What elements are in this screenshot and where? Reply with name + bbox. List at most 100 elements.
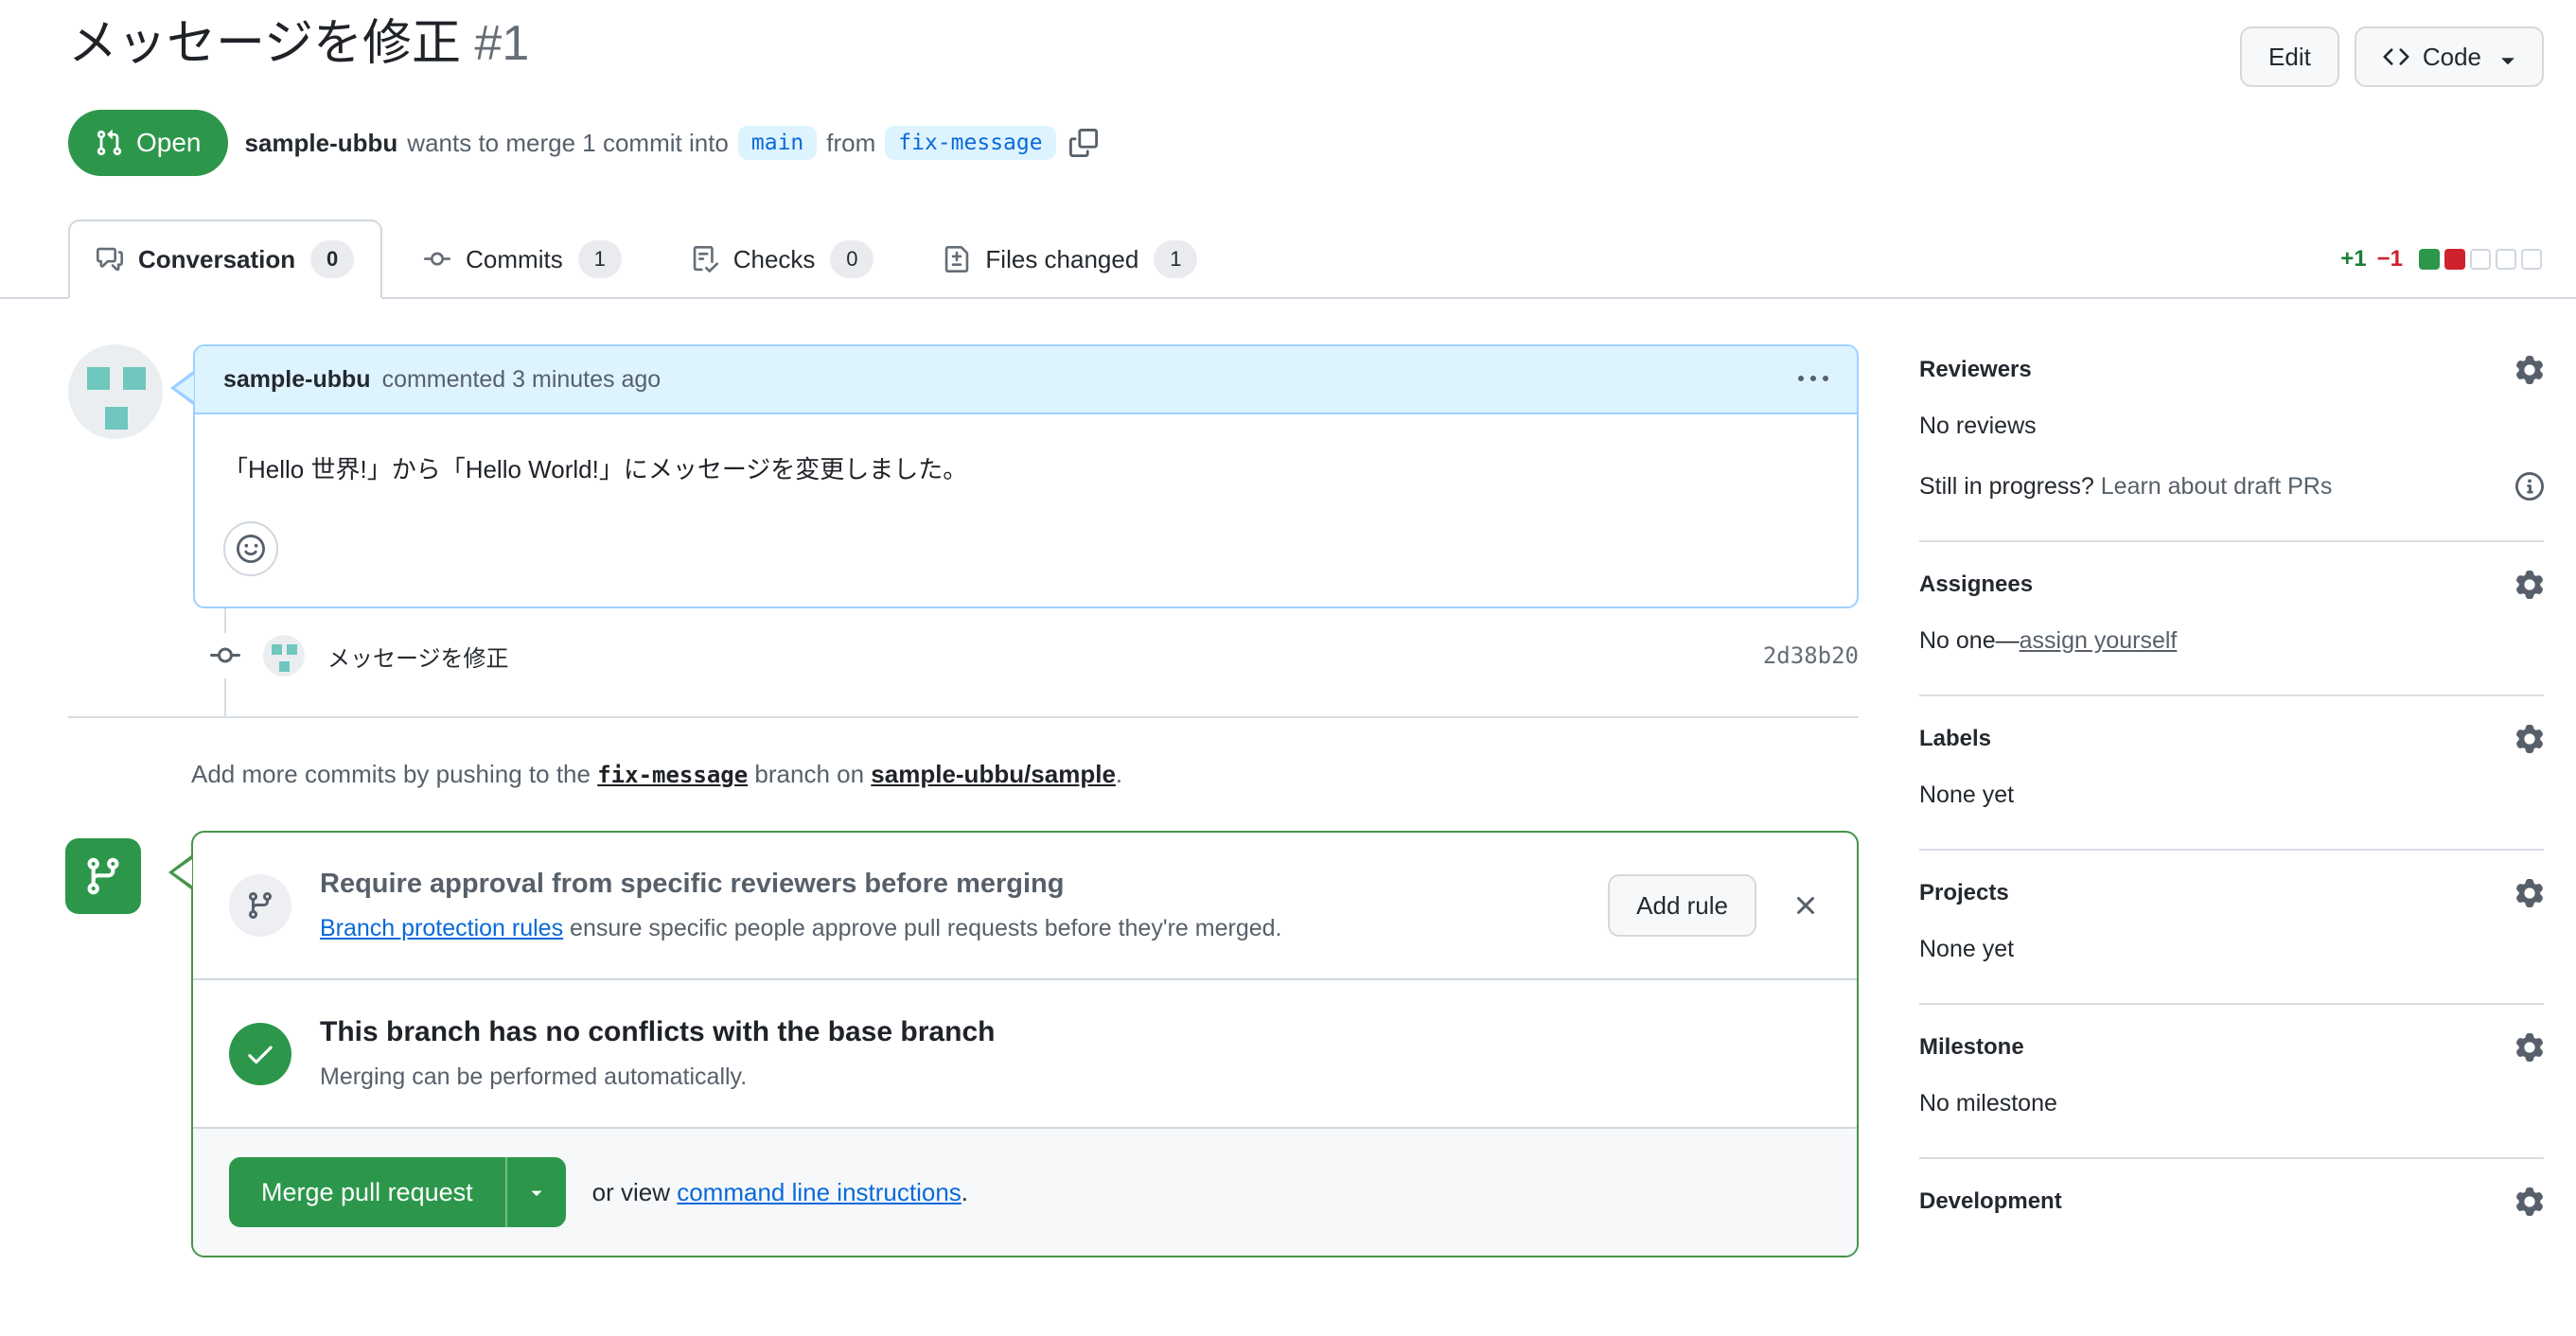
identicon-pixel [272, 644, 282, 655]
pr-header: メッセージを修正 #1 Edit Code Open sample-ubbu w… [0, 0, 2576, 176]
assign-yourself-link[interactable]: assign yourself [2020, 627, 2178, 654]
mergeability-title: This branch has no conflicts with the ba… [320, 1016, 996, 1047]
cli-hint-text: or view [591, 1177, 670, 1206]
checklist-icon [692, 246, 718, 272]
pr-author[interactable]: sample-ubbu [245, 129, 398, 158]
sidebar-section-milestone: Milestone No milestone [1919, 1005, 2544, 1159]
tab-commits-label: Commits [466, 244, 563, 273]
pr-meta-row: Open sample-ubbu wants to merge 1 commit… [68, 110, 2544, 176]
labels-settings-button[interactable] [2515, 725, 2544, 753]
milestone-title[interactable]: Milestone [1919, 1034, 2024, 1061]
info-icon [2515, 472, 2544, 501]
add-reaction-button[interactable] [223, 521, 278, 576]
development-settings-button[interactable] [2515, 1187, 2544, 1216]
commit-row: メッセージを修正 2d38b20 [68, 633, 1859, 678]
assignees-empty-text: No one— [1919, 627, 2020, 654]
command-line-instructions-link[interactable]: command line instructions [677, 1178, 962, 1206]
tab-files-changed[interactable]: Files changed 1 [915, 220, 1226, 299]
gear-icon [2515, 1187, 2544, 1216]
tab-checks-label: Checks [732, 244, 816, 273]
git-merge-icon [82, 855, 124, 897]
diffstat-block-neutral [2470, 249, 2491, 270]
merge-summary: sample-ubbu wants to merge 1 commit into… [245, 126, 1098, 160]
comment-discussion-icon [97, 246, 123, 272]
code-button[interactable]: Code [2354, 26, 2544, 87]
dismiss-suggestion-button[interactable] [1791, 890, 1821, 921]
gear-icon [2515, 879, 2544, 907]
avatar[interactable] [263, 635, 305, 677]
comment-text: 「Hello 世界!」から「Hello World!」にメッセージを変更しました… [223, 455, 968, 483]
header-actions: Edit Code [2240, 13, 2544, 87]
projects-settings-button[interactable] [2515, 879, 2544, 907]
add-rule-button[interactable]: Add rule [1608, 874, 1756, 937]
merge-box: Require approval from specific reviewers… [168, 831, 1859, 1257]
branch-protection-rules-link[interactable]: Branch protection rules [320, 915, 563, 941]
status-badge-label: Open [136, 128, 202, 157]
diffstat-block-neutral [2521, 249, 2542, 270]
merge-actions: Merge pull request or view command line … [193, 1127, 1857, 1256]
status-badge: Open [68, 110, 228, 176]
head-branch-label[interactable]: fix-message [885, 126, 1056, 160]
pr-number: #1 [474, 16, 530, 71]
merge-button-group: Merge pull request [229, 1157, 566, 1227]
labels-title[interactable]: Labels [1919, 726, 1991, 752]
copy-branch-button[interactable] [1068, 129, 1098, 157]
reviewers-title[interactable]: Reviewers [1919, 357, 2032, 383]
gear-icon [2515, 571, 2544, 599]
pr-description-comment: sample-ubbu commented 3 minutes ago 「Hel… [68, 344, 1859, 608]
reviewers-empty-text: No reviews [1919, 413, 2037, 439]
diffstat-block-deleted [2444, 249, 2465, 270]
chevron-down-icon [2495, 46, 2515, 67]
triangle-down-icon [526, 1182, 547, 1203]
mergeability-status: This branch has no conflicts with the ba… [193, 978, 1857, 1127]
projects-title[interactable]: Projects [1919, 880, 2009, 906]
edit-button[interactable]: Edit [2240, 26, 2339, 87]
learn-about-draft-prs-link[interactable]: Learn about draft PRs [2101, 473, 2333, 500]
merge-options-dropdown[interactable] [504, 1157, 566, 1227]
assignees-settings-button[interactable] [2515, 571, 2544, 599]
add-rule-button-label: Add rule [1636, 890, 1728, 920]
tab-commits-count: 1 [577, 240, 622, 278]
draft-info-button[interactable] [2515, 472, 2544, 501]
smiley-icon [237, 535, 265, 563]
git-commit-icon [424, 246, 451, 272]
tab-checks-count: 0 [830, 240, 874, 278]
pull-request-icon [97, 130, 122, 156]
assignees-title[interactable]: Assignees [1919, 571, 2033, 598]
kebab-icon [1798, 364, 1828, 395]
comment-card: sample-ubbu commented 3 minutes ago 「Hel… [170, 344, 1859, 608]
tab-commits[interactable]: Commits 1 [396, 220, 650, 299]
base-branch-label[interactable]: main [737, 126, 818, 160]
projects-empty-text: None yet [1919, 936, 2015, 962]
identicon-pixel [87, 367, 110, 390]
development-title[interactable]: Development [1919, 1188, 2062, 1215]
gear-icon [2515, 1033, 2544, 1062]
edit-button-label: Edit [2268, 42, 2311, 71]
sidebar-section-labels: Labels None yet [1919, 696, 2544, 851]
comment-options-button[interactable] [1798, 364, 1828, 395]
tab-checks[interactable]: Checks 0 [663, 220, 903, 299]
tab-conversation[interactable]: Conversation 0 [68, 220, 383, 299]
tab-files-changed-count: 1 [1154, 240, 1198, 278]
head-branch-link[interactable]: fix-message [597, 762, 748, 788]
avatar[interactable] [68, 344, 163, 439]
diffstat-additions: +1 [2340, 246, 2367, 272]
merge-pull-request-button[interactable]: Merge pull request [229, 1157, 505, 1227]
pr-sidebar: Reviewers No reviews Still in progress? … [1919, 344, 2544, 1256]
labels-empty-text: None yet [1919, 782, 2015, 808]
comment-meta: commented 3 minutes ago [381, 365, 662, 393]
code-icon [2383, 44, 2409, 70]
commit-sha-link[interactable]: 2d38b20 [1763, 642, 1859, 669]
mergeability-subtitle: Merging can be performed automatically. [320, 1064, 748, 1090]
commit-message-link[interactable]: メッセージを修正 [327, 640, 509, 673]
sidebar-section-projects: Projects None yet [1919, 851, 2544, 1005]
copy-icon [1068, 129, 1098, 157]
git-branch-icon [229, 874, 291, 937]
tab-conversation-count: 0 [310, 240, 355, 278]
milestone-settings-button[interactable] [2515, 1033, 2544, 1062]
repo-link[interactable]: sample-ubbu/sample [871, 760, 1116, 788]
reviewers-settings-button[interactable] [2515, 356, 2544, 384]
pr-title-text: メッセージを修正 [68, 16, 461, 71]
pr-tab-nav: Conversation 0 Commits 1 Checks 0 Files … [0, 220, 2576, 299]
comment-author[interactable]: sample-ubbu [223, 366, 371, 394]
